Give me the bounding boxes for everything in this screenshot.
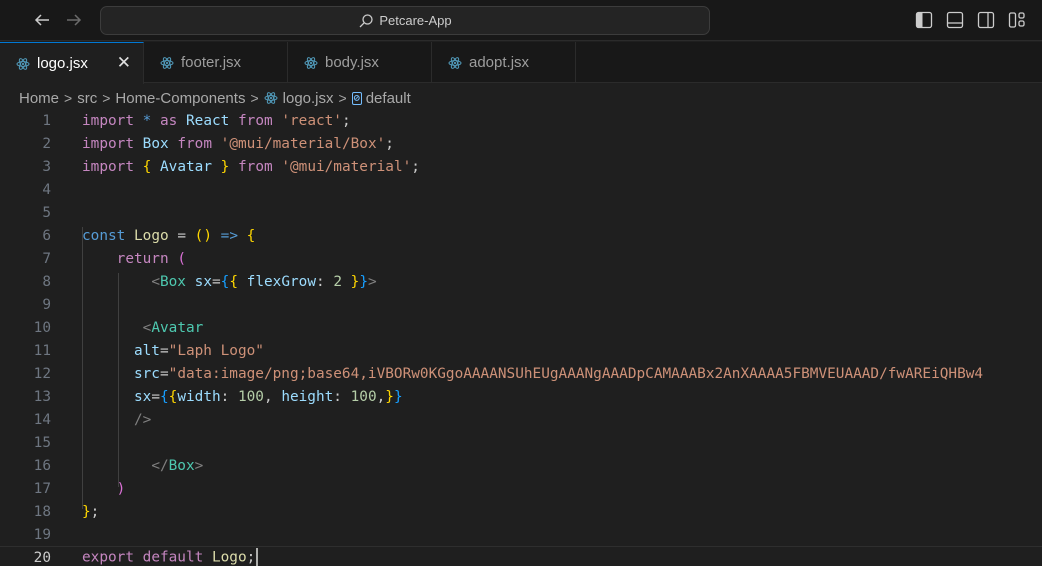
code-text: import { Avatar } from '@mui/material'; — [82, 158, 420, 175]
chevron-right-icon: > — [102, 90, 111, 106]
title-bar: Petcare-App — [0, 0, 1042, 41]
breadcrumb-item-symbol[interactable]: default — [366, 90, 411, 107]
search-icon — [359, 13, 374, 27]
close-tab-button[interactable]: ✕ — [117, 53, 131, 73]
line-number: 18 — [33, 503, 51, 520]
chevron-right-icon: > — [64, 90, 73, 106]
line-number: 9 — [42, 296, 51, 313]
code-line[interactable]: 20 export default Logo; — [0, 546, 1042, 566]
code-line[interactable]: 19 — [0, 523, 1042, 546]
code-line[interactable]: 1 import * as React from 'react'; — [0, 109, 1042, 132]
toggle-panel-icon — [946, 11, 964, 29]
line-number: 19 — [33, 526, 51, 543]
line-number: 2 — [42, 135, 51, 152]
line-number: 12 — [33, 365, 51, 382]
line-number: 7 — [42, 250, 51, 267]
chevron-right-icon: > — [250, 90, 259, 106]
line-number: 8 — [42, 273, 51, 290]
code-line[interactable]: 13 sx={{width: 100, height: 100,}} — [0, 385, 1042, 408]
tab-logo-jsx[interactable]: logo.jsx ✕ — [0, 42, 144, 84]
code-line[interactable]: 3 import { Avatar } from '@mui/material'; — [0, 155, 1042, 178]
code-line[interactable]: 6 const Logo = () => { — [0, 224, 1042, 247]
line-number: 4 — [42, 181, 51, 198]
line-number: 14 — [33, 411, 51, 428]
breadcrumb-item-file[interactable]: logo.jsx — [283, 90, 334, 107]
tab-label: body.jsx — [325, 54, 379, 71]
code-line[interactable]: 18}; — [0, 500, 1042, 523]
line-number: 10 — [33, 319, 51, 336]
code-text: export default Logo; — [82, 548, 259, 566]
code-line[interactable]: 2 import Box from '@mui/material/Box'; — [0, 132, 1042, 155]
breadcrumb-item-src[interactable]: src — [77, 90, 97, 107]
tab-label: footer.jsx — [181, 54, 242, 71]
customize-layout-icon — [1008, 12, 1025, 28]
react-icon — [448, 56, 462, 70]
code-text: sx={{width: 100, height: 100,}} — [133, 388, 403, 405]
toggle-panel-button[interactable] — [946, 11, 964, 29]
code-text: <Avatar — [142, 319, 204, 336]
code-text: </Box> — [151, 457, 204, 474]
code-text: ) — [116, 480, 126, 497]
code-line[interactable]: 7 return ( — [0, 247, 1042, 270]
code-line[interactable]: 12 src="data:image/png;base64,iVBORw0KGg… — [0, 362, 1042, 385]
line-number: 16 — [33, 457, 51, 474]
editor-tab-bar: logo.jsx ✕ footer.jsx body.jsx adopt.jsx — [0, 42, 1042, 84]
line-number: 11 — [33, 342, 51, 359]
line-number: 1 — [42, 112, 51, 129]
react-icon — [160, 56, 174, 70]
line-number: 13 — [33, 388, 51, 405]
text-cursor — [256, 548, 259, 566]
tab-footer-jsx[interactable]: footer.jsx — [144, 42, 288, 83]
code-text: }; — [82, 503, 100, 520]
code-line[interactable]: 10 <Avatar — [0, 316, 1042, 339]
line-number: 3 — [42, 158, 51, 175]
chevron-right-icon: > — [338, 90, 347, 106]
customize-layout-button[interactable] — [1008, 11, 1026, 29]
react-icon — [304, 56, 318, 70]
code-line[interactable]: 14 /> — [0, 408, 1042, 431]
code-text: const Logo = () => { — [82, 227, 256, 244]
react-icon — [264, 91, 278, 105]
toggle-secondary-sidebar-button[interactable] — [977, 11, 995, 29]
code-editor[interactable]: 1 import * as React from 'react'; 2 import … — [0, 109, 1042, 566]
code-text: import * as React from 'react'; — [82, 112, 351, 129]
tab-label: adopt.jsx — [469, 54, 530, 71]
toggle-primary-sidebar-icon — [915, 11, 933, 29]
code-text: alt="Laph Logo" — [133, 342, 264, 359]
react-icon — [16, 57, 30, 71]
code-line[interactable]: 8 <Box sx={{ flexGrow: 2 }}> — [0, 270, 1042, 293]
code-text: /> — [133, 411, 152, 428]
code-line[interactable]: 16 </Box> — [0, 454, 1042, 477]
arrow-left-icon — [34, 14, 49, 26]
line-number: 15 — [33, 434, 51, 451]
toggle-secondary-sidebar-icon — [977, 11, 995, 29]
forward-button[interactable] — [63, 9, 85, 31]
symbol-variable-icon: ⊘ — [351, 91, 362, 105]
breadcrumb: Home > src > Home-Components > logo.jsx … — [19, 87, 411, 109]
line-number: 20 — [33, 549, 51, 566]
tab-label: logo.jsx — [37, 55, 88, 72]
code-text: import Box from '@mui/material/Box'; — [82, 135, 394, 152]
code-line[interactable]: 17 ) — [0, 477, 1042, 500]
toggle-primary-sidebar-button[interactable] — [915, 11, 933, 29]
line-number: 17 — [33, 480, 51, 497]
search-label: Petcare-App — [379, 13, 452, 28]
breadcrumb-item-home[interactable]: Home — [19, 90, 59, 107]
code-text: return ( — [116, 250, 186, 267]
code-text: src="data:image/png;base64,iVBORw0KGgoAA… — [133, 365, 984, 382]
code-line[interactable]: 11 alt="Laph Logo" — [0, 339, 1042, 362]
command-center-search[interactable]: Petcare-App — [100, 6, 710, 35]
arrow-right-icon — [67, 14, 82, 26]
code-line[interactable]: 4 — [0, 178, 1042, 201]
code-line[interactable]: 9 — [0, 293, 1042, 316]
tab-body-jsx[interactable]: body.jsx — [288, 42, 432, 83]
code-line[interactable]: 5 — [0, 201, 1042, 224]
tab-adopt-jsx[interactable]: adopt.jsx — [432, 42, 576, 83]
back-button[interactable] — [31, 9, 53, 31]
code-text: <Box sx={{ flexGrow: 2 }}> — [151, 273, 377, 290]
line-number: 6 — [42, 227, 51, 244]
breadcrumb-item-folder[interactable]: Home-Components — [115, 90, 245, 107]
line-number: 5 — [42, 204, 51, 221]
code-line[interactable]: 15 — [0, 431, 1042, 454]
